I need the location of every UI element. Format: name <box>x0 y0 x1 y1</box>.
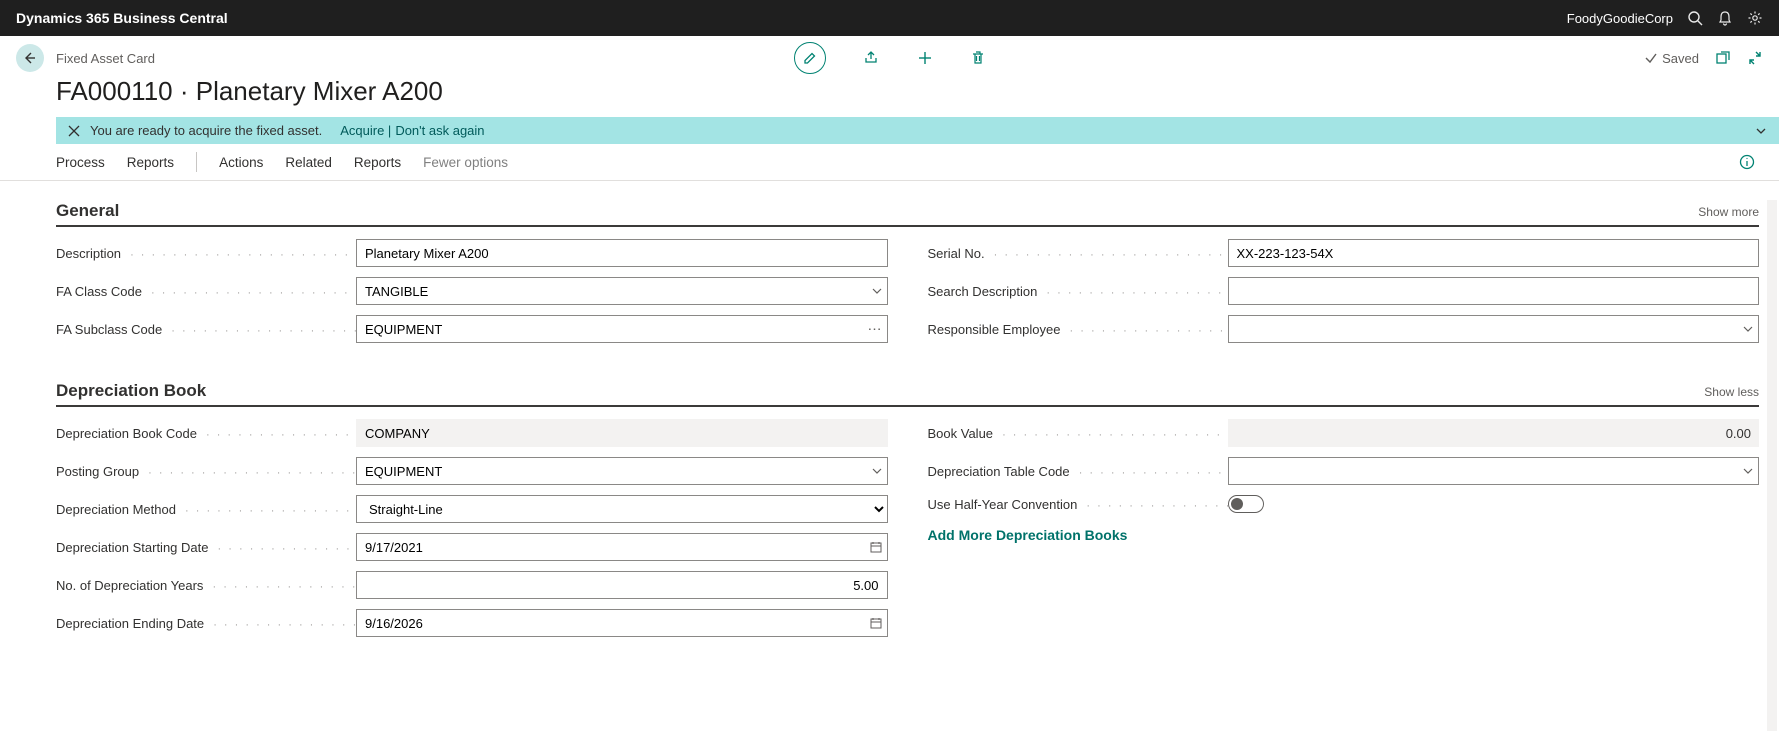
toolbar-fewer-options[interactable]: Fewer options <box>423 155 508 170</box>
share-icon[interactable] <box>862 49 880 67</box>
depr-table-code-input[interactable] <box>1228 457 1760 485</box>
notification-bar: You are ready to acquire the fixed asset… <box>56 117 1779 144</box>
saved-label: Saved <box>1662 51 1699 66</box>
section-header-depreciation: Depreciation Book Show less <box>56 381 1759 407</box>
depr-start-date-input[interactable] <box>356 533 888 561</box>
show-less-depreciation[interactable]: Show less <box>1704 385 1759 399</box>
breadcrumb: Fixed Asset Card <box>56 51 155 66</box>
toolbar-reports-2[interactable]: Reports <box>354 155 401 170</box>
label-depr-method: Depreciation Method <box>56 502 180 517</box>
section-title-general: General <box>56 201 119 221</box>
depr-method-select[interactable]: Straight-Line <box>356 495 888 523</box>
label-depr-start-date: Depreciation Starting Date <box>56 540 212 555</box>
label-half-year: Use Half-Year Convention <box>928 497 1082 512</box>
company-name: FoodyGoodieCorp <box>1567 11 1673 26</box>
section-title-depreciation: Depreciation Book <box>56 381 206 401</box>
bell-icon[interactable] <box>1717 10 1733 26</box>
dont-ask-link[interactable]: Don't ask again <box>395 123 484 138</box>
acquire-link[interactable]: Acquire | <box>340 123 391 138</box>
info-icon[interactable] <box>1739 154 1755 170</box>
back-button[interactable] <box>16 44 44 72</box>
content: General Show more Description FA Class C… <box>0 181 1779 695</box>
top-bar: Dynamics 365 Business Central FoodyGoodi… <box>0 0 1779 36</box>
toolbar-separator <box>196 152 197 172</box>
add-more-depreciation-link[interactable]: Add More Depreciation Books <box>928 527 1128 543</box>
show-more-general[interactable]: Show more <box>1698 205 1759 219</box>
label-posting-group: Posting Group <box>56 464 143 479</box>
depr-end-date-input[interactable] <box>356 609 888 637</box>
toolbar-related[interactable]: Related <box>285 155 332 170</box>
scrollbar[interactable] <box>1767 200 1777 731</box>
description-input[interactable] <box>356 239 888 267</box>
label-serial-no: Serial No. <box>928 246 989 261</box>
notification-message: You are ready to acquire the fixed asset… <box>90 123 322 138</box>
toolbar-reports[interactable]: Reports <box>127 155 174 170</box>
new-icon[interactable] <box>916 49 934 67</box>
label-depr-end-date: Depreciation Ending Date <box>56 616 208 631</box>
label-responsible-employee: Responsible Employee <box>928 322 1065 337</box>
chevron-down-icon[interactable] <box>1755 125 1767 137</box>
toolbar: Process Reports Actions Related Reports … <box>0 144 1779 181</box>
label-fa-class-code: FA Class Code <box>56 284 146 299</box>
posting-group-input[interactable] <box>356 457 888 485</box>
new-window-icon[interactable] <box>1715 50 1731 66</box>
page-header: Fixed Asset Card Saved <box>0 36 1779 72</box>
label-fa-subclass-code: FA Subclass Code <box>56 322 166 337</box>
label-no-depr-years: No. of Depreciation Years <box>56 578 207 593</box>
fa-subclass-code-input[interactable] <box>356 315 888 343</box>
responsible-employee-input[interactable] <box>1228 315 1760 343</box>
depr-book-code-field <box>356 419 888 447</box>
delete-icon[interactable] <box>970 49 986 67</box>
book-value-field: 0.00 <box>1228 419 1760 447</box>
label-depr-book-code: Depreciation Book Code <box>56 426 201 441</box>
collapse-icon[interactable] <box>1747 50 1763 66</box>
no-depr-years-input[interactable] <box>356 571 888 599</box>
label-search-description: Search Description <box>928 284 1042 299</box>
toolbar-actions[interactable]: Actions <box>219 155 263 170</box>
search-description-input[interactable] <box>1228 277 1760 305</box>
section-header-general: General Show more <box>56 201 1759 227</box>
serial-no-input[interactable] <box>1228 239 1760 267</box>
saved-indicator: Saved <box>1644 51 1699 66</box>
label-book-value: Book Value <box>928 426 998 441</box>
page-title: FA000110 · Planetary Mixer A200 <box>0 72 1779 117</box>
fa-class-code-input[interactable] <box>356 277 888 305</box>
section-body-depreciation: Depreciation Book Code Posting Group Dep… <box>56 407 1759 665</box>
product-name: Dynamics 365 Business Central <box>16 10 228 26</box>
label-depr-table-code: Depreciation Table Code <box>928 464 1074 479</box>
gear-icon[interactable] <box>1747 10 1763 26</box>
label-description: Description <box>56 246 125 261</box>
close-notification-icon[interactable] <box>68 125 80 137</box>
search-icon[interactable] <box>1687 10 1703 26</box>
toolbar-process[interactable]: Process <box>56 155 105 170</box>
edit-button[interactable] <box>794 42 826 74</box>
half-year-toggle[interactable] <box>1228 495 1264 513</box>
section-body-general: Description FA Class Code FA Subclass Co… <box>56 227 1759 371</box>
